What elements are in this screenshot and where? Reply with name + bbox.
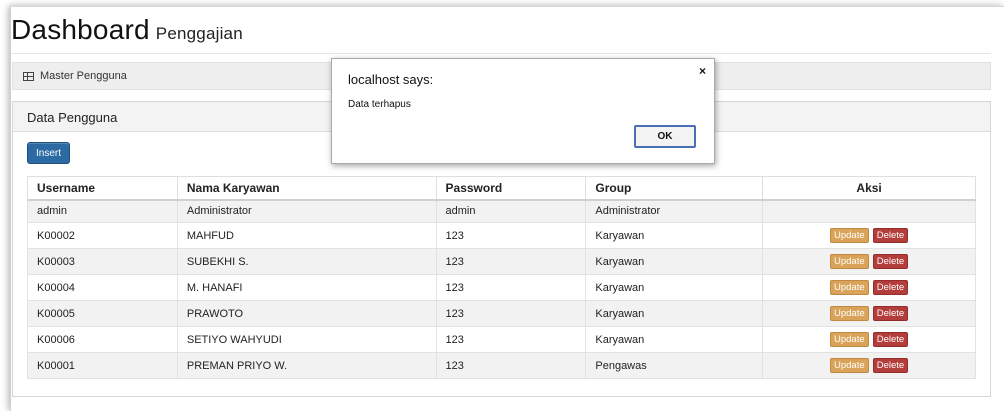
cell-aksi: Update Delete xyxy=(762,300,976,327)
column-header-nama-karyawan: Nama Karyawan xyxy=(176,176,437,201)
update-button[interactable]: Update xyxy=(830,306,869,321)
breadcrumb-label[interactable]: Master Pengguna xyxy=(40,70,127,82)
table-row: K00001 PREMAN PRIYO W. 123 Pengawas Update D… xyxy=(27,352,976,379)
cell-username: K00003 xyxy=(27,248,178,275)
cell-password: 123 xyxy=(435,222,587,249)
table-row: K00006 SETIYO WAHYUDI 123 Karyawan Update De… xyxy=(27,326,976,353)
update-button[interactable]: Update xyxy=(830,332,869,347)
cell-nama-karyawan: PREMAN PRIYO W. xyxy=(176,352,437,379)
cell-username: K00004 xyxy=(27,274,178,301)
cell-group: Administrator xyxy=(585,199,764,223)
table-header-row: Username Nama Karyawan Password Group Ak… xyxy=(27,176,976,201)
cell-group: Karyawan xyxy=(585,326,764,353)
page-title: Dashboard Penggajian xyxy=(11,14,243,46)
cell-nama-karyawan: Administrator xyxy=(176,199,437,223)
cell-nama-karyawan: MAHFUD xyxy=(176,222,437,249)
cell-group: Karyawan xyxy=(585,248,764,275)
column-header-aksi: Aksi xyxy=(762,176,976,201)
cell-password: 123 xyxy=(435,326,587,353)
column-header-group: Group xyxy=(585,176,764,201)
cell-nama-karyawan: SUBEKHI S. xyxy=(176,248,437,275)
column-header-password: Password xyxy=(435,176,587,201)
cell-password: 123 xyxy=(435,248,587,275)
cell-password: 123 xyxy=(435,300,587,327)
cell-group: Pengawas xyxy=(585,352,764,379)
insert-button[interactable]: Insert xyxy=(27,142,71,164)
cell-nama-karyawan: PRAWOTO xyxy=(176,300,437,327)
cell-username: K00005 xyxy=(27,300,178,327)
delete-button[interactable]: Delete xyxy=(872,358,909,373)
close-icon[interactable]: × xyxy=(699,65,706,77)
delete-button[interactable]: Delete xyxy=(872,306,909,321)
dialog-title: localhost says: xyxy=(348,72,434,87)
cell-aksi: Update Delete xyxy=(762,222,976,249)
column-header-username: Username xyxy=(27,176,178,201)
alert-dialog: localhost says: × Data terhapus OK xyxy=(331,58,715,164)
table-body: admin Administrator admin Administrator K000… xyxy=(27,199,976,379)
cell-nama-karyawan: M. HANAFI xyxy=(176,274,437,301)
page-subtitle: Penggajian xyxy=(155,24,243,43)
cell-aksi: Update Delete xyxy=(762,326,976,353)
cell-group: Karyawan xyxy=(585,300,764,327)
table-row: admin Administrator admin Administrator xyxy=(27,199,976,223)
cell-group: Karyawan xyxy=(585,222,764,249)
cell-password: 123 xyxy=(435,274,587,301)
page-title-text: Dashboard xyxy=(11,14,150,45)
delete-button[interactable]: Delete xyxy=(872,332,909,347)
delete-button[interactable]: Delete xyxy=(872,254,909,269)
table-row: K00005 PRAWOTO 123 Karyawan Update Delete xyxy=(27,300,976,327)
page-header: Dashboard Penggajian xyxy=(11,12,991,54)
cell-group: Karyawan xyxy=(585,274,764,301)
cell-username: K00006 xyxy=(27,326,178,353)
cell-aksi xyxy=(762,199,976,223)
cell-username: K00002 xyxy=(27,222,178,249)
update-button[interactable]: Update xyxy=(830,280,869,295)
table-row: K00002 MAHFUD 123 Karyawan Update Delete xyxy=(27,222,976,249)
table-row: K00004 M. HANAFI 123 Karyawan Update Delete xyxy=(27,274,976,301)
cell-aksi: Update Delete xyxy=(762,352,976,379)
cell-password: 123 xyxy=(435,352,587,379)
ok-button[interactable]: OK xyxy=(634,125,696,148)
cell-nama-karyawan: SETIYO WAHYUDI xyxy=(176,326,437,353)
delete-button[interactable]: Delete xyxy=(872,228,909,243)
update-button[interactable]: Update xyxy=(830,228,869,243)
dialog-message: Data terhapus xyxy=(348,99,411,110)
users-table: Username Nama Karyawan Password Group Ak… xyxy=(27,176,976,379)
table-icon xyxy=(23,71,34,81)
cell-aksi: Update Delete xyxy=(762,248,976,275)
cell-aksi: Update Delete xyxy=(762,274,976,301)
update-button[interactable]: Update xyxy=(830,254,869,269)
update-button[interactable]: Update xyxy=(830,358,869,373)
cell-username: K00001 xyxy=(27,352,178,379)
table-row: K00003 SUBEKHI S. 123 Karyawan Update Delete xyxy=(27,248,976,275)
cell-password: admin xyxy=(435,199,587,223)
delete-button[interactable]: Delete xyxy=(872,280,909,295)
cell-username: admin xyxy=(27,199,178,223)
